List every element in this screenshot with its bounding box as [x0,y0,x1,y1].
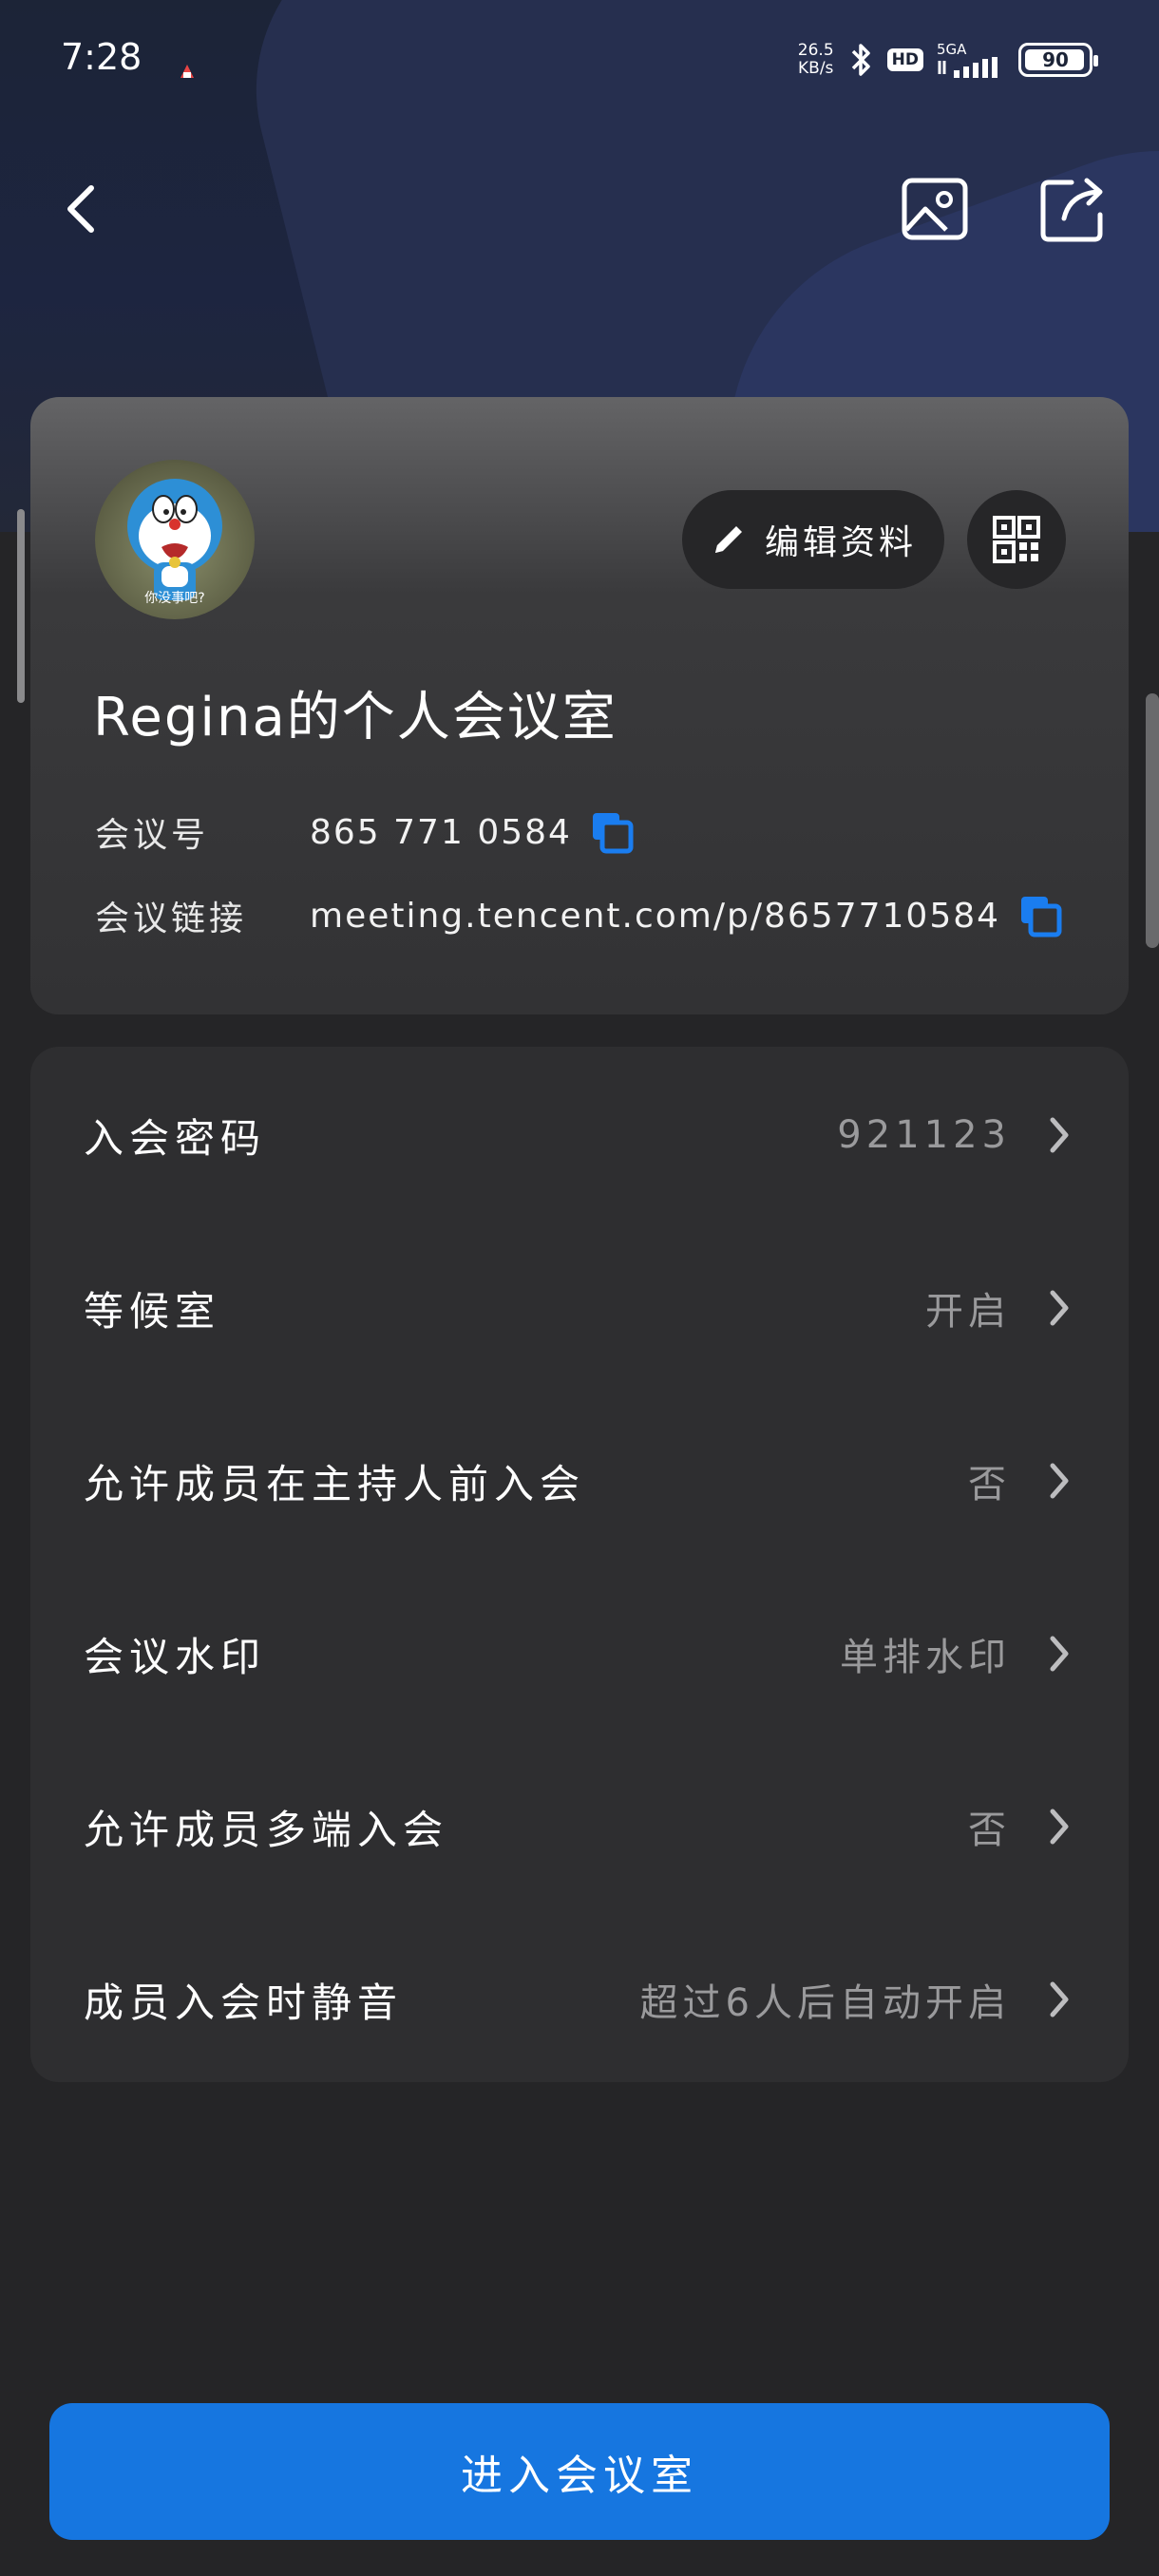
setting-row-join-before-host[interactable]: 允许成员在主持人前入会 否 [30,1394,1129,1567]
bluetooth-icon [851,44,870,76]
network-type: 5GA [937,41,967,58]
copy-icon[interactable] [589,809,635,855]
chevron-left-icon[interactable] [53,175,110,241]
room-title: Regina的个人会议室 [93,687,618,748]
image-icon[interactable] [897,171,973,247]
avatar[interactable]: 你没事吧? [95,460,255,619]
network-speed-value: 26.5 [797,41,834,60]
setting-row-waiting-room[interactable]: 等候室 开启 [30,1222,1129,1394]
copy-icon[interactable] [1017,893,1063,938]
setting-label: 会议水印 [84,1633,267,1680]
qr-code-icon [993,516,1040,563]
pencil-icon [714,526,742,553]
notification-icon [180,65,194,78]
cellular-indicator: 5GA [937,42,1005,78]
battery-cap [1093,55,1098,66]
setting-value: 921123 [837,1113,1011,1157]
signal-icon [938,57,998,78]
meeting-id-value: 865 771 0584 [310,812,572,852]
settings-card: 入会密码 921123 等候室 开启 允许成员在主持人前入会 否 会议水印 单排… [30,1047,1129,2082]
setting-label: 成员入会时静音 [84,1979,404,2026]
meeting-id-label: 会议号 [95,816,210,855]
setting-value: 开启 [925,1290,1011,1334]
edit-profile-button[interactable]: 编辑资料 [682,490,944,589]
hd-badge: HD [886,48,923,71]
chevron-right-icon [1050,1981,1069,2017]
setting-value: 否 [968,1463,1011,1506]
setting-label: 允许成员在主持人前入会 [84,1460,586,1507]
enter-meeting-room-label: 进入会议室 [461,2452,698,2500]
setting-label: 入会密码 [84,1114,267,1162]
setting-row-multi-device[interactable]: 允许成员多端入会 否 [30,1740,1129,1913]
avatar-image: 你没事吧? [127,479,222,606]
setting-row-password[interactable]: 入会密码 921123 [30,1049,1129,1222]
qr-code-button[interactable] [967,490,1066,589]
setting-value: 单排水印 [840,1636,1011,1679]
avatar-caption: 你没事吧? [144,591,204,606]
meeting-link-label: 会议链接 [95,900,248,938]
network-speed-unit: KB/s [798,59,834,78]
setting-row-mute-on-join[interactable]: 成员入会时静音 超过6人后自动开启 [30,1913,1129,2086]
share-icon[interactable] [1036,171,1112,247]
chevron-right-icon [1050,1463,1069,1499]
meeting-link-row: 会议链接 meeting.tencent.com/p/8657710584 [95,891,1063,940]
status-time: 7:28 [61,36,142,78]
chevron-right-icon [1050,1636,1069,1672]
top-nav [0,161,1159,256]
profile-card: 你没事吧? 编辑资料 Regina的个人会议室 会议号 865 771 0584 [30,397,1129,1014]
meeting-link-value[interactable]: meeting.tencent.com/p/8657710584 [310,897,1000,936]
battery-icon: 90 [1018,43,1098,77]
status-bar: 7:28 26.5 KB/s HD 5GA 90 [0,0,1159,123]
network-speed: 26.5 KB/s [798,42,834,78]
chevron-right-icon [1050,1290,1069,1326]
setting-value: 否 [968,1809,1011,1852]
chevron-right-icon [1050,1809,1069,1845]
meeting-id-row: 会议号 865 771 0584 [95,807,635,857]
setting-value: 超过6人后自动开启 [639,1981,1011,2025]
scrollbar[interactable] [1146,693,1159,948]
setting-row-watermark[interactable]: 会议水印 单排水印 [30,1567,1129,1740]
edit-profile-label: 编辑资料 [764,523,917,562]
scroll-indicator [17,509,25,703]
setting-label: 等候室 [84,1287,221,1335]
enter-meeting-room-button[interactable]: 进入会议室 [49,2403,1110,2540]
setting-label: 允许成员多端入会 [84,1806,449,1853]
chevron-right-icon [1050,1117,1069,1153]
status-indicators: 26.5 KB/s HD 5GA 90 [798,38,1098,82]
battery-level: 90 [1042,48,1069,71]
